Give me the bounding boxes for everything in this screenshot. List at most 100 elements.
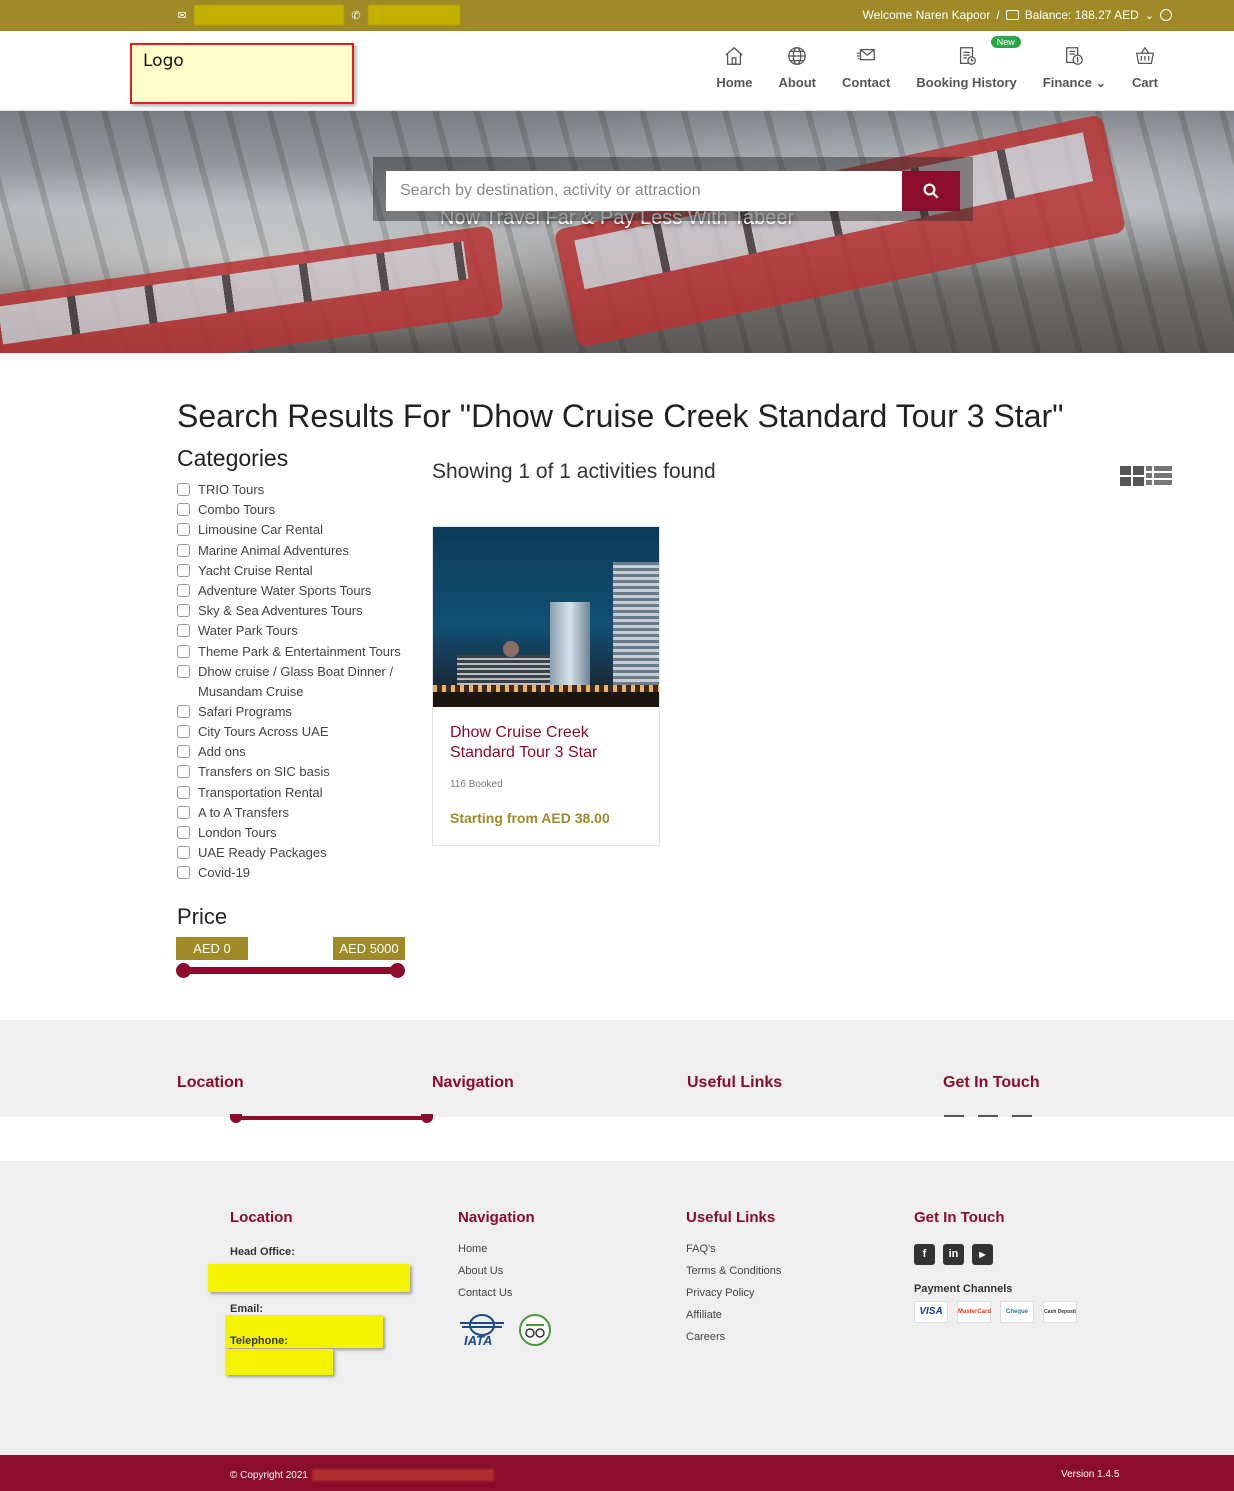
category-label: Covid-19	[198, 865, 251, 881]
price-slider-min-handle[interactable]	[176, 963, 191, 978]
activity-title[interactable]: Dhow Cruise Creek Standard Tour 3 Star	[450, 723, 640, 763]
category-checkbox[interactable]	[177, 765, 190, 779]
footer-useful-heading: Useful Links	[686, 1209, 776, 1226]
category-item[interactable]: Marine Animal Adventures	[177, 541, 417, 561]
account-strip: Welcome Naren Kapoor / Balance: 188.27 A…	[863, 8, 1172, 22]
category-label: A to A Transfers	[198, 804, 290, 820]
footer-link-contact[interactable]: Contact Us	[458, 1287, 552, 1299]
footer-link-faq[interactable]: FAQ's	[686, 1243, 781, 1255]
category-checkbox[interactable]	[177, 604, 190, 618]
category-checkbox[interactable]	[177, 805, 190, 819]
iata-logo: IATA	[458, 1314, 506, 1348]
grid-view-icon[interactable]	[1120, 466, 1144, 486]
category-checkbox[interactable]	[177, 745, 190, 759]
footer-link-affiliate[interactable]: Affiliate	[686, 1309, 781, 1321]
price-min-label: AED 0	[176, 937, 248, 960]
ghost-location-heading: Location	[177, 1074, 244, 1091]
chevron-down-icon[interactable]: ⌄	[1145, 9, 1154, 22]
price-slider-track[interactable]	[183, 967, 398, 974]
category-checkbox[interactable]	[177, 563, 190, 577]
category-checkbox[interactable]	[177, 664, 190, 678]
category-item[interactable]: Dhow cruise / Glass Boat Dinner / Musand…	[177, 662, 417, 702]
nav-cart[interactable]: Cart	[1132, 45, 1158, 90]
category-item[interactable]: Covid-19	[177, 863, 417, 883]
activity-image[interactable]	[433, 527, 659, 707]
nav-finance[interactable]: Finance ⌄	[1043, 45, 1106, 90]
category-checkbox[interactable]	[177, 704, 190, 718]
category-checkbox[interactable]	[177, 523, 190, 537]
view-toggle	[1120, 466, 1172, 486]
price-slider-max-handle[interactable]	[390, 963, 405, 978]
category-checkbox[interactable]	[177, 866, 190, 880]
footer-location-column: Location Head Office: Email: Telephone:	[208, 1209, 410, 1375]
category-checkbox[interactable]	[177, 624, 190, 638]
category-item[interactable]: Safari Programs	[177, 702, 417, 722]
list-view-icon[interactable]	[1146, 466, 1172, 486]
category-checkbox[interactable]	[177, 725, 190, 739]
nav-home[interactable]: Home	[716, 45, 752, 90]
footer-link-careers[interactable]: Careers	[686, 1331, 781, 1343]
category-item[interactable]: Transfers on SIC basis	[177, 762, 417, 782]
category-checkbox[interactable]	[177, 483, 190, 496]
linkedin-icon[interactable]: in	[943, 1244, 964, 1265]
activity-card[interactable]: Dhow Cruise Creek Standard Tour 3 Star 1…	[432, 526, 660, 846]
search-input[interactable]	[386, 171, 902, 211]
footer-touch-column: Get In Touch f in ▶ Payment Channels VIS…	[914, 1209, 1077, 1323]
category-checkbox[interactable]	[177, 826, 190, 839]
category-checkbox[interactable]	[177, 785, 190, 799]
nav-contact[interactable]: Contact	[842, 45, 890, 90]
category-item[interactable]: Add ons	[177, 742, 417, 762]
category-item[interactable]: Transportation Rental	[177, 783, 417, 803]
category-item[interactable]: A to A Transfers	[177, 803, 417, 823]
redacted-phone	[368, 5, 460, 25]
category-item[interactable]: UAE Ready Packages	[177, 843, 417, 863]
category-checkbox[interactable]	[177, 503, 190, 517]
user-icon[interactable]	[1160, 9, 1172, 21]
redacted-email	[194, 5, 344, 25]
hero-banner: TIME TO DISCOVER WORLD! Now Travel Far &…	[0, 111, 1234, 353]
footer-link-privacy[interactable]: Privacy Policy	[686, 1287, 781, 1299]
category-item[interactable]: Limousine Car Rental	[177, 520, 417, 540]
nav-finance-row: Finance ⌄	[1043, 75, 1106, 90]
category-item[interactable]: City Tours Across UAE	[177, 722, 417, 742]
category-item[interactable]: Adventure Water Sports Tours	[177, 581, 417, 601]
category-checkbox[interactable]	[177, 644, 190, 658]
category-item[interactable]: London Tours	[177, 823, 417, 843]
footer-link-terms[interactable]: Terms & Conditions	[686, 1265, 781, 1277]
head-office-label: Head Office:	[230, 1246, 295, 1258]
nav-cart-label: Cart	[1131, 75, 1158, 90]
facebook-icon[interactable]: f	[914, 1244, 935, 1265]
copyright: © Copyright 2021	[230, 1469, 494, 1481]
category-label: TRIO Tours	[198, 482, 265, 497]
category-checkbox[interactable]	[177, 846, 190, 860]
category-item[interactable]: Yacht Cruise Rental	[177, 561, 417, 581]
nav-booking-history[interactable]: New Booking History	[916, 36, 1021, 90]
category-item[interactable]: Combo Tours	[177, 500, 417, 520]
visa-icon: VISA	[914, 1301, 948, 1323]
logo[interactable]: Logo	[130, 43, 354, 104]
nav-about[interactable]: About	[778, 45, 816, 90]
category-label: Marine Animal Adventures	[198, 542, 350, 558]
category-item[interactable]: Water Park Tours	[177, 621, 417, 641]
nav-booking-history-label: Booking History	[916, 75, 1017, 90]
search-button[interactable]	[902, 171, 960, 211]
category-label: Limousine Car Rental	[198, 522, 324, 538]
new-badge: New	[990, 36, 1021, 48]
tripadvisor-badge-icon	[519, 1314, 551, 1346]
category-label: UAE Ready Packages	[198, 845, 327, 861]
category-list: TRIO Tours Combo Tours Limousine Car Ren…	[177, 480, 417, 884]
footer-link-about[interactable]: About Us	[458, 1265, 552, 1277]
ghost-touch-heading: Get In Touch	[943, 1074, 1040, 1091]
category-checkbox[interactable]	[177, 543, 190, 557]
category-item[interactable]: TRIO Tours	[177, 480, 417, 500]
telephone-label: Telephone:	[230, 1335, 288, 1347]
youtube-icon[interactable]: ▶	[972, 1244, 993, 1265]
globe-icon	[788, 47, 807, 65]
category-checkbox[interactable]	[177, 583, 190, 597]
top-bar: ✉ ✆ Welcome Naren Kapoor / Balance: 188.…	[0, 0, 1234, 31]
category-item[interactable]: Sky & Sea Adventures Tours	[177, 601, 417, 621]
category-label: City Tours Across UAE	[198, 724, 329, 740]
category-item[interactable]: Theme Park & Entertainment Tours	[177, 642, 417, 662]
footer-link-home[interactable]: Home	[458, 1243, 552, 1255]
balance-dropdown[interactable]: Balance: 188.27 AED	[1025, 8, 1139, 22]
